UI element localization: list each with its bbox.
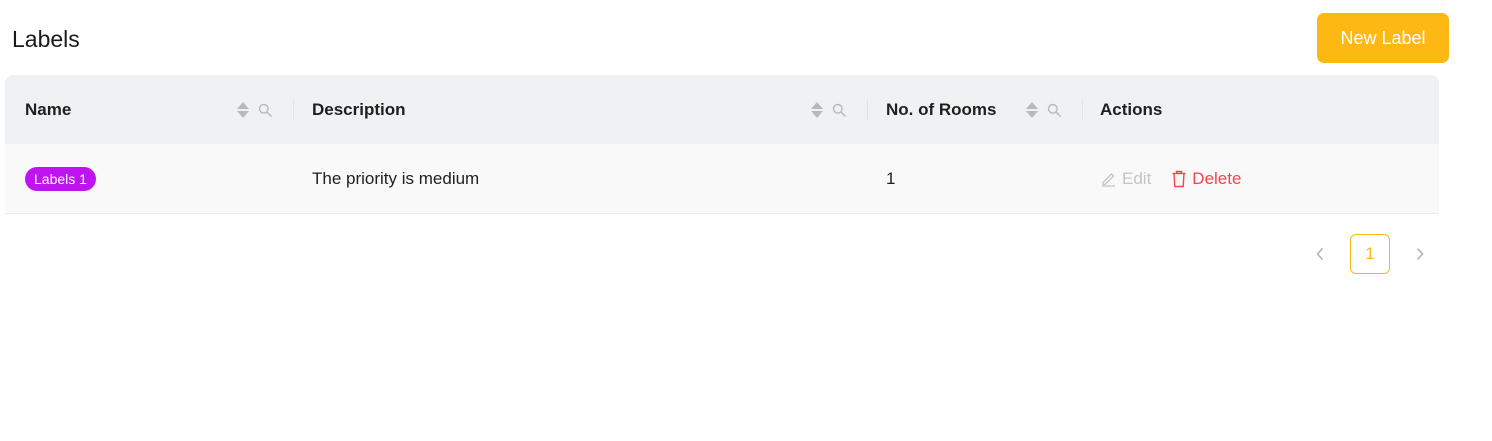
cell-rooms: 1: [886, 168, 896, 188]
chevron-left-icon: [1316, 247, 1324, 261]
search-icon[interactable]: [258, 103, 272, 117]
sort-icon[interactable]: [1026, 101, 1038, 118]
page-number-button[interactable]: 1: [1350, 234, 1390, 274]
edit-button[interactable]: Edit: [1100, 169, 1151, 189]
search-icon[interactable]: [1047, 103, 1061, 117]
page-title: Labels: [12, 26, 80, 52]
column-header-label: Actions: [1100, 99, 1163, 119]
delete-label: Delete: [1192, 168, 1242, 188]
table-row: Labels 1 The priority is medium 1 Edit D…: [5, 144, 1439, 214]
column-header-rooms: No. of Rooms: [886, 75, 997, 144]
cell-name: Labels 1: [25, 144, 96, 213]
delete-button[interactable]: Delete: [1171, 169, 1241, 189]
column-tools-description: [811, 75, 846, 144]
labels-page: Labels New Label Name Description No. of…: [0, 0, 1492, 441]
column-divider: [867, 99, 868, 120]
labels-table: Name Description No. of Rooms Actions La…: [5, 75, 1439, 214]
prev-page-button[interactable]: [1300, 234, 1340, 274]
table-header: Name Description No. of Rooms Actions: [5, 75, 1439, 144]
search-icon[interactable]: [832, 103, 846, 117]
chevron-right-icon: [1416, 247, 1424, 261]
next-page-button[interactable]: [1400, 234, 1440, 274]
trash-icon: [1172, 170, 1186, 187]
column-header-label: No. of Rooms: [886, 99, 997, 119]
pagination: 1: [1300, 234, 1440, 274]
table-body: Labels 1 The priority is medium 1 Edit D…: [5, 144, 1439, 214]
edit-icon: [1102, 173, 1115, 187]
sort-icon[interactable]: [811, 101, 823, 118]
column-tools-rooms: [1026, 75, 1061, 144]
column-header-label: Description: [312, 99, 406, 119]
column-header-description: Description: [312, 75, 406, 144]
edit-label: Edit: [1122, 168, 1152, 188]
cell-actions: Edit Delete: [1100, 144, 1241, 213]
column-header-name: Name: [25, 75, 71, 144]
sort-icon[interactable]: [237, 101, 249, 118]
column-tools-name: [237, 75, 272, 144]
cell-description: The priority is medium: [312, 168, 480, 188]
column-header-actions: Actions: [1100, 75, 1162, 144]
label-tag: Labels 1: [25, 166, 96, 191]
column-divider: [1082, 99, 1083, 120]
new-label-button[interactable]: New Label: [1317, 13, 1449, 63]
column-header-label: Name: [25, 99, 72, 119]
column-divider: [293, 99, 294, 120]
